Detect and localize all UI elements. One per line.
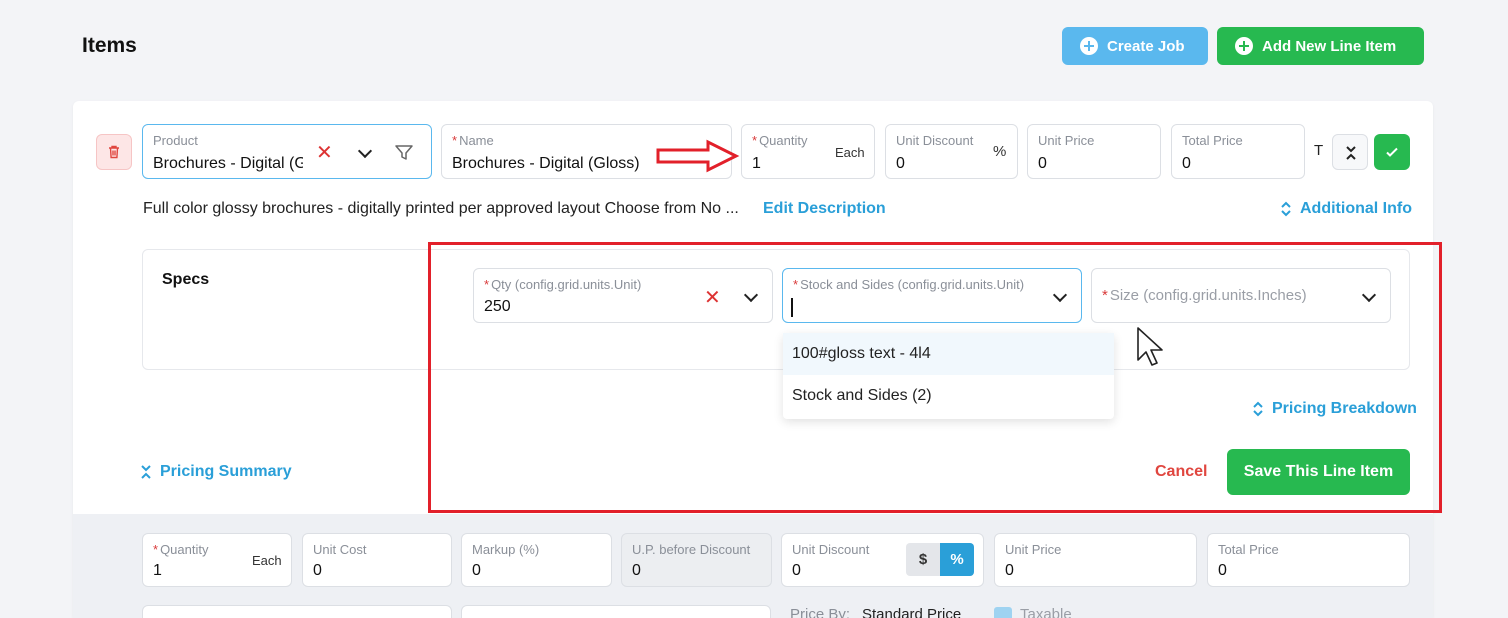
annotation-highlight-box — [428, 242, 1442, 513]
product-label: Product — [153, 133, 198, 148]
taxable-label: Taxable — [1020, 606, 1072, 618]
pricing-unit-discount-label: Unit Discount — [792, 542, 870, 557]
markup-label: Markup (%) — [472, 542, 540, 557]
add-new-line-item-label: Add New Line Item — [1262, 37, 1397, 55]
discount-dollar-toggle[interactable]: $ — [906, 543, 940, 576]
additional-info-toggle[interactable]: Additional Info — [1281, 200, 1412, 218]
unit-discount-value: 0 — [896, 155, 905, 172]
quantity-unit: Each — [835, 145, 865, 160]
unit-discount-field[interactable]: Unit Discount 0 % — [885, 124, 1018, 179]
total-price-label: Total Price — [1182, 133, 1243, 148]
partial-field[interactable] — [142, 605, 452, 618]
unit-cost-value: 0 — [313, 562, 322, 579]
name-value: Brochures - Digital (Gloss) — [452, 155, 640, 172]
pricing-total-price-field[interactable]: Total Price 0 — [1207, 533, 1410, 587]
clear-icon[interactable]: ✕ — [316, 143, 333, 163]
create-job-button[interactable]: Create Job — [1062, 27, 1208, 65]
pricing-unit-price-value: 0 — [1005, 562, 1014, 579]
pricing-summary-toggle[interactable]: Pricing Summary — [141, 463, 292, 481]
product-value: Brochures - Digital (Gloss) — [153, 155, 303, 172]
unit-price-label: Unit Price — [1038, 133, 1095, 148]
up-before-discount-field: U.P. before Discount 0 — [621, 533, 772, 587]
pricing-summary-label: Pricing Summary — [160, 463, 292, 480]
plus-circle-icon — [1235, 37, 1253, 55]
taxable-checkbox[interactable] — [994, 607, 1012, 618]
markup-field[interactable]: Markup (%) 0 — [461, 533, 612, 587]
unit-price-field[interactable]: Unit Price 0 — [1027, 124, 1161, 179]
edit-description-link[interactable]: Edit Description — [763, 200, 886, 218]
annotation-arrow — [656, 139, 740, 173]
pricing-unit-discount-value: 0 — [792, 562, 801, 579]
unit-cost-label: Unit Cost — [313, 542, 367, 557]
pricing-quantity-value: 1 — [153, 562, 162, 579]
pricing-quantity-unit: Each — [252, 553, 282, 568]
up-before-discount-value: 0 — [632, 562, 641, 579]
add-new-line-item-button[interactable]: Add New Line Item — [1217, 27, 1424, 65]
pricing-unit-price-label: Unit Price — [1005, 542, 1062, 557]
quantity-value: 1 — [752, 155, 761, 172]
page-title: Items — [82, 34, 137, 57]
quantity-label: Quantity — [759, 133, 808, 148]
filter-icon[interactable] — [394, 143, 414, 163]
pricing-total-price-value: 0 — [1218, 562, 1227, 579]
pricing-quantity-label: Quantity — [160, 542, 209, 557]
plus-circle-icon — [1080, 37, 1098, 55]
up-before-discount-label: U.P. before Discount — [632, 542, 751, 557]
check-icon — [1386, 147, 1398, 157]
unit-cost-field[interactable]: Unit Cost 0 — [302, 533, 452, 587]
chevron-down-icon[interactable] — [357, 143, 373, 159]
create-job-label: Create Job — [1107, 37, 1185, 55]
pricing-total-price-label: Total Price — [1218, 542, 1279, 557]
expand-icon — [1281, 201, 1291, 217]
price-by-label: Price By: — [790, 606, 851, 618]
unit-discount-label: Unit Discount — [896, 133, 974, 148]
pricing-unit-price-field[interactable]: Unit Price 0 — [994, 533, 1197, 587]
total-price-value: 0 — [1182, 155, 1191, 172]
total-price-field[interactable]: Total Price 0 — [1171, 124, 1305, 179]
partial-field[interactable] — [461, 605, 771, 618]
taxable-toggle[interactable]: T — [1314, 142, 1323, 159]
unit-price-value: 0 — [1038, 155, 1047, 172]
specs-title: Specs — [162, 271, 210, 288]
markup-value: 0 — [472, 562, 481, 579]
collapse-icon — [1346, 146, 1356, 160]
confirm-button[interactable] — [1374, 134, 1410, 170]
quantity-field[interactable]: * Quantity 1 Each — [741, 124, 875, 179]
trash-icon — [109, 145, 119, 159]
pricing-quantity-field[interactable]: * Quantity 1 Each — [142, 533, 292, 587]
price-by-value[interactable]: Standard Price — [862, 606, 961, 618]
item-description: Full color glossy brochures - digitally … — [143, 200, 739, 217]
additional-info-label: Additional Info — [1300, 200, 1412, 217]
collapse-button[interactable] — [1332, 134, 1368, 170]
discount-percent-toggle[interactable]: % — [940, 543, 974, 576]
product-field[interactable]: Product Brochures - Digital (Gloss) ✕ — [142, 124, 432, 179]
percent-sign: % — [993, 143, 1007, 160]
delete-line-item-button[interactable] — [96, 134, 132, 170]
collapse-icon — [141, 465, 151, 479]
name-label: Name — [459, 133, 494, 148]
